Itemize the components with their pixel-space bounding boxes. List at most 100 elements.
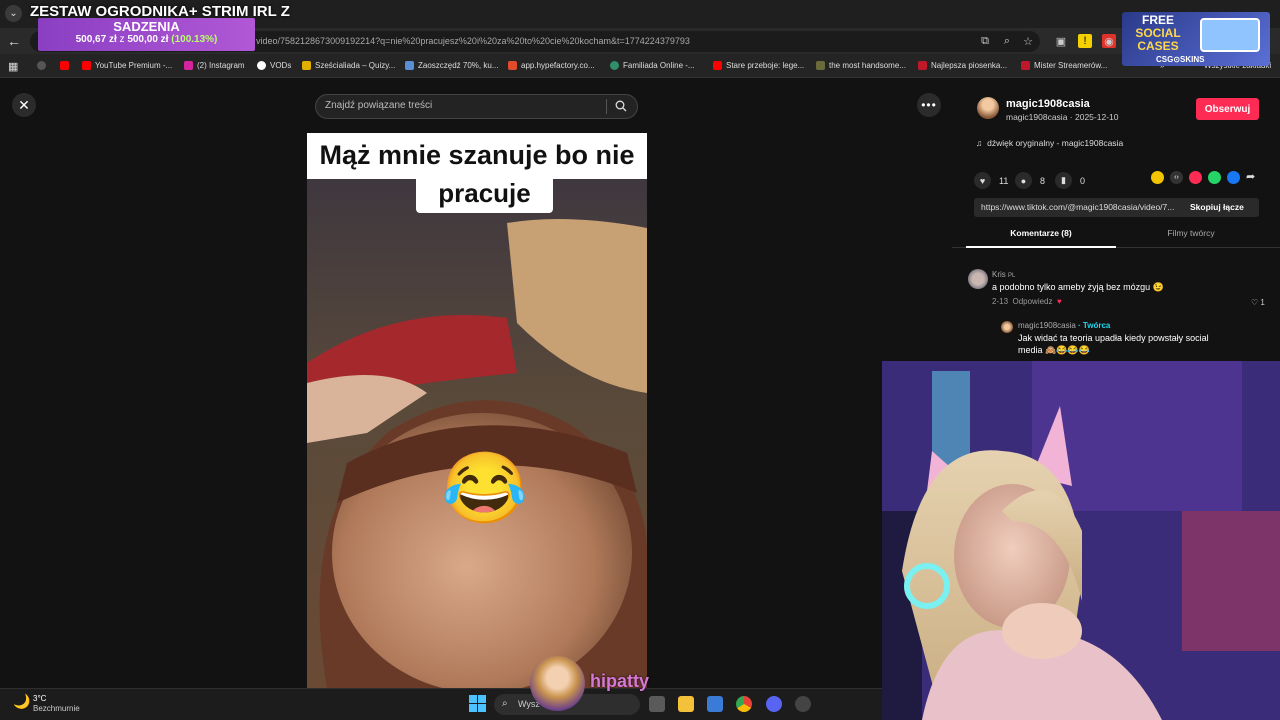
creator-liked-icon: ♥ <box>1056 297 1062 306</box>
bookmark-icon: ▮ <box>1055 172 1072 189</box>
csgo-skins-ad: FREE SOCIAL CASES CSG⊙SKINS <box>1122 12 1270 66</box>
comment-count: 8 <box>1040 175 1046 186</box>
heart-icon: ♥ <box>974 172 991 189</box>
save-stat[interactable]: ▮ 0 <box>1055 172 1085 189</box>
back-arrow-icon[interactable]: ← <box>7 33 21 49</box>
bookmark-10[interactable]: Mister Streamerów... <box>1021 61 1107 70</box>
comment-meta: 2-13 Odpowiedz ♥ <box>992 297 1062 306</box>
whatsapp-icon[interactable] <box>1208 171 1221 184</box>
ad-text: FREE SOCIAL CASES <box>1135 13 1181 53</box>
bookmark-2[interactable]: VODs <box>257 61 291 70</box>
donation-goal-bar: SADZENIA 500,67 zł z 500,00 zł (100.13%) <box>38 18 255 51</box>
facebook-icon[interactable] <box>1227 171 1240 184</box>
bookmark-5[interactable]: app.hypefactory.co... <box>508 61 595 70</box>
streamer-avatar <box>530 656 585 711</box>
weather-moon-icon[interactable]: 🌙 <box>13 693 30 710</box>
stream-title: ZESTAW OGRODNIKA+ STRIM IRL Z <box>30 3 290 20</box>
like-count: 11 <box>999 175 1009 186</box>
author-name[interactable]: magic1908casia <box>1006 98 1090 110</box>
discord-icon[interactable] <box>766 696 782 712</box>
bookmark-star-icon[interactable]: ☆ <box>1021 34 1035 48</box>
reply-button[interactable]: Odpowiedz <box>1012 297 1052 306</box>
reply-author[interactable]: magic1908casia · Twórca <box>1018 321 1110 330</box>
author-meta: magic1908casia · 2025-12-10 <box>1006 112 1119 122</box>
reply-text-2: media 🙈😂😂😂 <box>1018 345 1090 355</box>
donation-goal: 500,00 zł <box>127 34 169 45</box>
file-explorer-icon[interactable] <box>678 696 694 712</box>
like-stat[interactable]: ♥ 11 <box>974 172 1008 189</box>
ad-brand: CSG⊙SKINS <box>1156 55 1205 64</box>
close-icon[interactable]: ✕ <box>12 93 36 117</box>
video-caption-line-1: Mąż mnie szanuje bo nie <box>307 133 647 179</box>
music-note-icon: ♫ <box>976 138 983 148</box>
video-player[interactable] <box>307 133 647 688</box>
streamer-name: hipatty <box>590 671 650 691</box>
chrome-icon[interactable] <box>736 696 752 712</box>
task-view-icon[interactable] <box>649 696 665 712</box>
donation-progress-text: 500,67 zł z 500,00 zł (100.13%) <box>38 34 255 45</box>
youtube-icon[interactable] <box>60 61 69 70</box>
extension-red-icon[interactable]: ◉ <box>1102 34 1116 48</box>
donation-title: SADZENIA <box>113 19 180 34</box>
author-handle: magic1908casia <box>1006 112 1068 122</box>
comment-date: 2-13 <box>992 297 1009 306</box>
reply-avatar[interactable] <box>1001 321 1013 333</box>
weather-temperature[interactable]: 3°C <box>33 694 46 703</box>
video-caption-line-2: pracuje <box>416 176 553 213</box>
sound-link[interactable]: ♫ dźwięk oryginalny - magic1908casia <box>976 138 1123 148</box>
laughing-emoji-sticker: 😂 <box>441 449 529 527</box>
store-icon[interactable] <box>707 696 723 712</box>
sound-name: dźwięk oryginalny - magic1908casia <box>987 138 1124 148</box>
more-options-icon[interactable]: ••• <box>917 93 941 117</box>
url-text[interactable]: video/7582128673009192214?q=nie%20pracuj… <box>256 36 690 46</box>
search-icon[interactable] <box>613 98 629 114</box>
embed-code-icon[interactable]: ‹› <box>1170 171 1183 184</box>
comment-text: a podobno tylko ameby żyją bez mózgu 😉 <box>992 282 1164 292</box>
tab-search-chevron-icon[interactable]: ⌄ <box>5 5 22 22</box>
tab-creator-videos[interactable]: Filmy twórcy <box>1116 228 1266 248</box>
comment-like[interactable]: ♡ 1 <box>1251 298 1265 307</box>
tab-comments[interactable]: Komentarze (8) <box>966 228 1116 248</box>
post-date: 2025-12-10 <box>1075 112 1119 122</box>
copy-link-button[interactable]: Skopiuj łącze <box>1190 202 1244 212</box>
bookmark-7[interactable]: Stare przeboje: lege... <box>713 61 804 70</box>
save-count: 0 <box>1080 175 1086 186</box>
donation-separator: z <box>119 34 125 45</box>
weather-description[interactable]: Bezchmurnie <box>33 704 80 713</box>
bookmark-icon-dark[interactable] <box>37 61 46 70</box>
bookmark-6[interactable]: Familiada Online -... <box>610 61 695 70</box>
search-divider <box>606 99 607 114</box>
share-yellow-icon[interactable] <box>1151 171 1164 184</box>
bookmark-0[interactable]: YouTube Premium -... <box>82 61 172 70</box>
taskbar-search-icon: ⌕ <box>502 698 508 709</box>
case-box-image <box>1200 18 1260 52</box>
video-frame-image <box>307 133 647 688</box>
comment-stat[interactable]: ● 8 <box>1015 172 1045 189</box>
post-info-panel <box>952 88 1280 362</box>
bookmark-4[interactable]: Zaoszczędź 70%, ku... <box>405 61 498 70</box>
bookmark-9[interactable]: Najlepsza piosenka... <box>918 61 1007 70</box>
extension-yellow-icon[interactable]: ! <box>1078 34 1092 48</box>
share-arrow-icon[interactable]: ➦ <box>1246 171 1259 184</box>
webcam-image <box>882 361 1280 720</box>
follow-button[interactable]: Obserwuj <box>1196 98 1259 120</box>
share-red-icon[interactable] <box>1189 171 1202 184</box>
comment-author[interactable]: Kris PL <box>992 270 1015 279</box>
comment-avatar[interactable] <box>968 269 988 289</box>
bookmark-3[interactable]: Sześcialiada – Quizy... <box>302 61 395 70</box>
bookmark-8[interactable]: the most handsome... <box>816 61 906 70</box>
obs-icon[interactable] <box>795 696 811 712</box>
bookmark-1[interactable]: (2) Instagram <box>184 61 245 70</box>
search-placeholder: Znajdź powiązane treści <box>325 100 433 111</box>
author-avatar[interactable] <box>977 97 999 119</box>
zoom-icon[interactable]: ⌕ <box>1000 34 1014 48</box>
donation-raised: 500,67 zł <box>75 34 117 45</box>
windows-start-icon[interactable] <box>469 695 486 712</box>
webcam-overlay <box>882 361 1280 720</box>
reply-text: Jak widać ta teoria upadła kiedy powstał… <box>1018 333 1209 343</box>
apps-grid-icon[interactable]: ▦ <box>8 60 18 73</box>
install-icon[interactable]: ⧉ <box>978 34 992 48</box>
post-link[interactable]: https://www.tiktok.com/@magic1908casia/v… <box>981 202 1174 212</box>
heart-outline-icon: ♡ <box>1251 298 1259 307</box>
extension-icon[interactable]: ▣ <box>1054 34 1068 48</box>
